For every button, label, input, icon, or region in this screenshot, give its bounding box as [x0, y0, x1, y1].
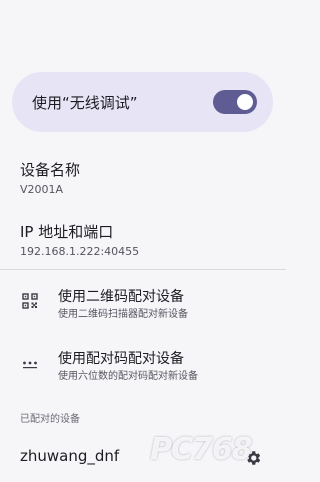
ip-port-value: 192.168.1.222:40455 — [20, 245, 140, 258]
pair-with-qr-code-title: 使用二维码配对设备 — [58, 289, 184, 305]
wireless-debugging-switch[interactable] — [213, 90, 257, 114]
pair-with-code-row[interactable]: 使用配对码配对设备 使用六位数的配对码配对新设备 — [0, 337, 286, 393]
wireless-debugging-label: 使用“无线调试” — [32, 93, 138, 112]
device-name-title: 设备名称 — [20, 161, 81, 179]
switch-knob — [237, 94, 253, 110]
ip-port-title: IP 地址和端口 — [20, 223, 114, 241]
device-name-value: V2001A — [20, 183, 64, 196]
pair-with-code-text: 使用配对码配对设备 使用六位数的配对码配对新设备 — [58, 349, 198, 384]
pair-with-code-subtitle: 使用六位数的配对码配对新设备 — [58, 371, 198, 382]
paired-devices-header: 已配对的设备 — [20, 414, 80, 425]
pair-with-qr-code-text: 使用二维码配对设备 使用二维码扫描器配对新设备 — [58, 287, 188, 322]
pair-with-qr-code-row[interactable]: 使用二维码配对设备 使用二维码扫描器配对新设备 — [0, 275, 286, 331]
dialpad-icon — [23, 361, 37, 369]
divider — [0, 269, 286, 270]
gear-icon[interactable] — [244, 449, 262, 467]
paired-device-name: zhuwang_dnf — [20, 447, 120, 465]
pair-with-code-title: 使用配对码配对设备 — [58, 351, 184, 367]
qr-code-icon — [22, 293, 38, 309]
paired-device-row[interactable]: zhuwang_dnf — [0, 438, 286, 478]
device-name-item[interactable]: 设备名称 V2001A — [20, 160, 80, 198]
ip-port-item: IP 地址和端口 192.168.1.222:40455 — [20, 222, 139, 260]
wireless-debugging-page: 使用“无线调试” 设备名称 V2001A IP 地址和端口 192.168.1.… — [0, 0, 286, 482]
pair-with-qr-code-subtitle: 使用二维码扫描器配对新设备 — [58, 309, 188, 320]
wireless-debugging-toggle-card[interactable]: 使用“无线调试” — [12, 72, 273, 132]
